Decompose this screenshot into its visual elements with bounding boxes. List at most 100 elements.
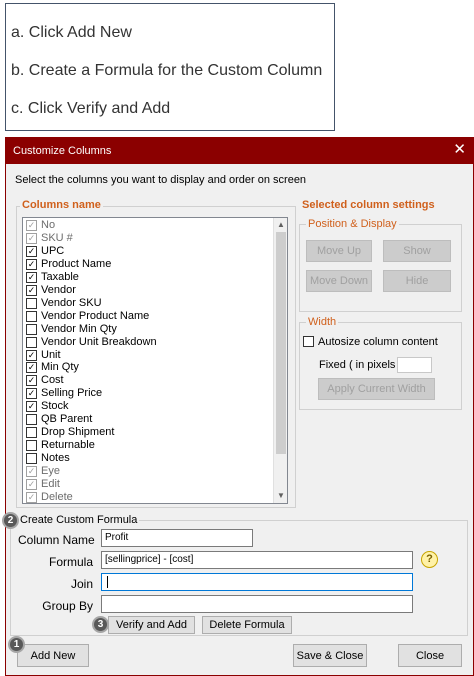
step-marker-2: 2	[2, 512, 19, 529]
close-button[interactable]: Close	[398, 644, 462, 667]
column-item[interactable]: Vendor Product Name	[25, 310, 270, 323]
column-item[interactable]: ✓ Delete	[25, 490, 270, 503]
column-item[interactable]: ✓ UPC	[25, 245, 270, 258]
column-item[interactable]: ✓ Product Name	[25, 258, 270, 271]
column-label: Vendor Unit Breakdown	[41, 335, 157, 348]
column-label: Eye	[41, 465, 60, 478]
scroll-down-arrow-icon[interactable]: ▼	[274, 489, 287, 503]
scroll-up-arrow-icon[interactable]: ▲	[274, 218, 287, 232]
column-label: Selling Price	[41, 387, 103, 400]
column-item[interactable]: ✓ Taxable	[25, 271, 270, 284]
column-label: Vendor Product Name	[41, 309, 150, 322]
scroll-thumb[interactable]	[276, 232, 286, 454]
column-item[interactable]: ✓ Eye	[25, 465, 270, 478]
column-checkbox[interactable]: ✓	[26, 245, 37, 257]
column-item[interactable]: Notes	[25, 452, 270, 465]
column-item[interactable]: Vendor Min Qty	[25, 323, 270, 336]
column-checkbox[interactable]: ✓	[26, 362, 37, 374]
column-label: Returnable	[41, 439, 95, 452]
columns-scrollbar[interactable]: ▲ ▼	[273, 218, 287, 503]
join-input[interactable]	[101, 573, 413, 591]
column-label: Edit	[41, 478, 60, 490]
column-label: Cost	[41, 374, 64, 387]
column-checkbox[interactable]	[26, 336, 37, 348]
autosize-label: Autosize column content	[318, 336, 438, 348]
help-icon[interactable]: ?	[421, 551, 438, 568]
column-item[interactable]: ✓ Unit	[25, 349, 270, 362]
group-by-input[interactable]	[101, 595, 413, 613]
column-checkbox: ✓	[26, 220, 37, 231]
verify-and-add-button[interactable]: Verify and Add	[108, 616, 195, 634]
column-label: SKU #	[41, 231, 73, 244]
column-checkbox: ✓	[26, 491, 37, 503]
column-item[interactable]: ✓ Cost	[25, 374, 270, 387]
column-item[interactable]: Vendor SKU	[25, 297, 270, 310]
move-down-button[interactable]: Move Down	[306, 270, 372, 292]
column-checkbox[interactable]: ✓	[26, 271, 37, 283]
column-label: Stock	[41, 400, 69, 413]
formula-input[interactable]: [sellingprice] - [cost]	[101, 551, 413, 569]
column-label: Vendor	[41, 283, 76, 296]
column-checkbox[interactable]	[26, 414, 37, 426]
column-checkbox[interactable]	[26, 453, 37, 465]
column-label: Notes	[41, 452, 70, 465]
column-label: Product Name	[41, 257, 112, 270]
column-item[interactable]: QB Parent	[25, 413, 270, 426]
column-checkbox[interactable]: ✓	[26, 375, 37, 387]
save-close-button[interactable]: Save & Close	[293, 644, 367, 667]
column-item[interactable]: ✓ Selling Price	[25, 387, 270, 400]
formula-label: Formula	[48, 555, 93, 569]
column-checkbox[interactable]	[26, 310, 37, 322]
column-label: No	[41, 219, 56, 231]
column-checkbox: ✓	[26, 232, 37, 244]
join-label: Join	[70, 577, 93, 591]
add-new-button[interactable]: Add New	[17, 644, 89, 667]
column-label: Vendor Min Qty	[41, 322, 117, 335]
column-checkbox[interactable]: ✓	[26, 388, 37, 400]
column-item[interactable]: ✓ Vendor	[25, 284, 270, 297]
columns-listbox[interactable]: ✓ No ✓ SKU # ✓ UPC ✓ Product Name ✓ Taxable ✓ Vendo…	[22, 217, 288, 504]
instruction-step-c: c. Click Verify and Add	[11, 100, 171, 117]
position-display-groupbox	[299, 224, 462, 312]
selected-settings-heading: Selected column settings	[302, 199, 435, 211]
width-group-label: Width	[306, 316, 339, 328]
column-item[interactable]: Vendor Unit Breakdown	[25, 336, 270, 349]
step-marker-3: 3	[92, 616, 109, 633]
column-checkbox[interactable]: ✓	[26, 349, 37, 361]
column-label: Unit	[41, 348, 61, 361]
column-label: QB Parent	[41, 413, 93, 426]
column-item[interactable]: Drop Shipment	[25, 426, 270, 439]
column-label: Drop Shipment	[41, 426, 115, 439]
column-checkbox[interactable]	[26, 427, 37, 439]
hide-button[interactable]: Hide	[383, 270, 451, 292]
column-checkbox: ✓	[26, 466, 37, 478]
close-icon[interactable]: ✕	[453, 141, 466, 159]
fixed-pixels-input[interactable]	[397, 357, 432, 373]
column-checkbox[interactable]: ✓	[26, 284, 37, 296]
column-checkbox[interactable]: ✓	[26, 258, 37, 270]
column-checkbox[interactable]	[26, 440, 37, 452]
column-checkbox[interactable]: ✓	[26, 401, 37, 413]
custom-formula-label: Create Custom Formula	[18, 514, 140, 526]
column-checkbox: ✓	[26, 479, 37, 490]
move-up-button[interactable]: Move Up	[306, 240, 372, 262]
customize-columns-dialog: Customize Columns ✕ Select the columns y…	[2, 137, 474, 676]
column-item[interactable]: ✓ Stock	[25, 400, 270, 413]
show-button[interactable]: Show	[383, 240, 451, 262]
apply-current-width-button[interactable]: Apply Current Width	[318, 378, 435, 400]
column-label: Delete	[41, 490, 73, 503]
column-item[interactable]: Returnable	[25, 439, 270, 452]
column-item[interactable]: ✓ Edit	[25, 478, 270, 491]
column-checkbox[interactable]	[26, 323, 37, 335]
column-name-input[interactable]: Profit	[101, 529, 253, 547]
column-item[interactable]: ✓ SKU #	[25, 232, 270, 245]
autosize-checkbox[interactable]	[303, 336, 314, 347]
instruction-step-a: a. Click Add New	[11, 24, 132, 41]
fixed-pixels-label: Fixed ( in pixels )	[319, 359, 403, 371]
column-item[interactable]: ✓ No	[25, 219, 270, 232]
column-checkbox[interactable]	[26, 297, 37, 309]
step-marker-1: 1	[8, 636, 25, 653]
delete-formula-button[interactable]: Delete Formula	[202, 616, 292, 634]
column-item[interactable]: ✓ Min Qty	[25, 361, 270, 374]
column-label: Vendor SKU	[41, 296, 102, 309]
